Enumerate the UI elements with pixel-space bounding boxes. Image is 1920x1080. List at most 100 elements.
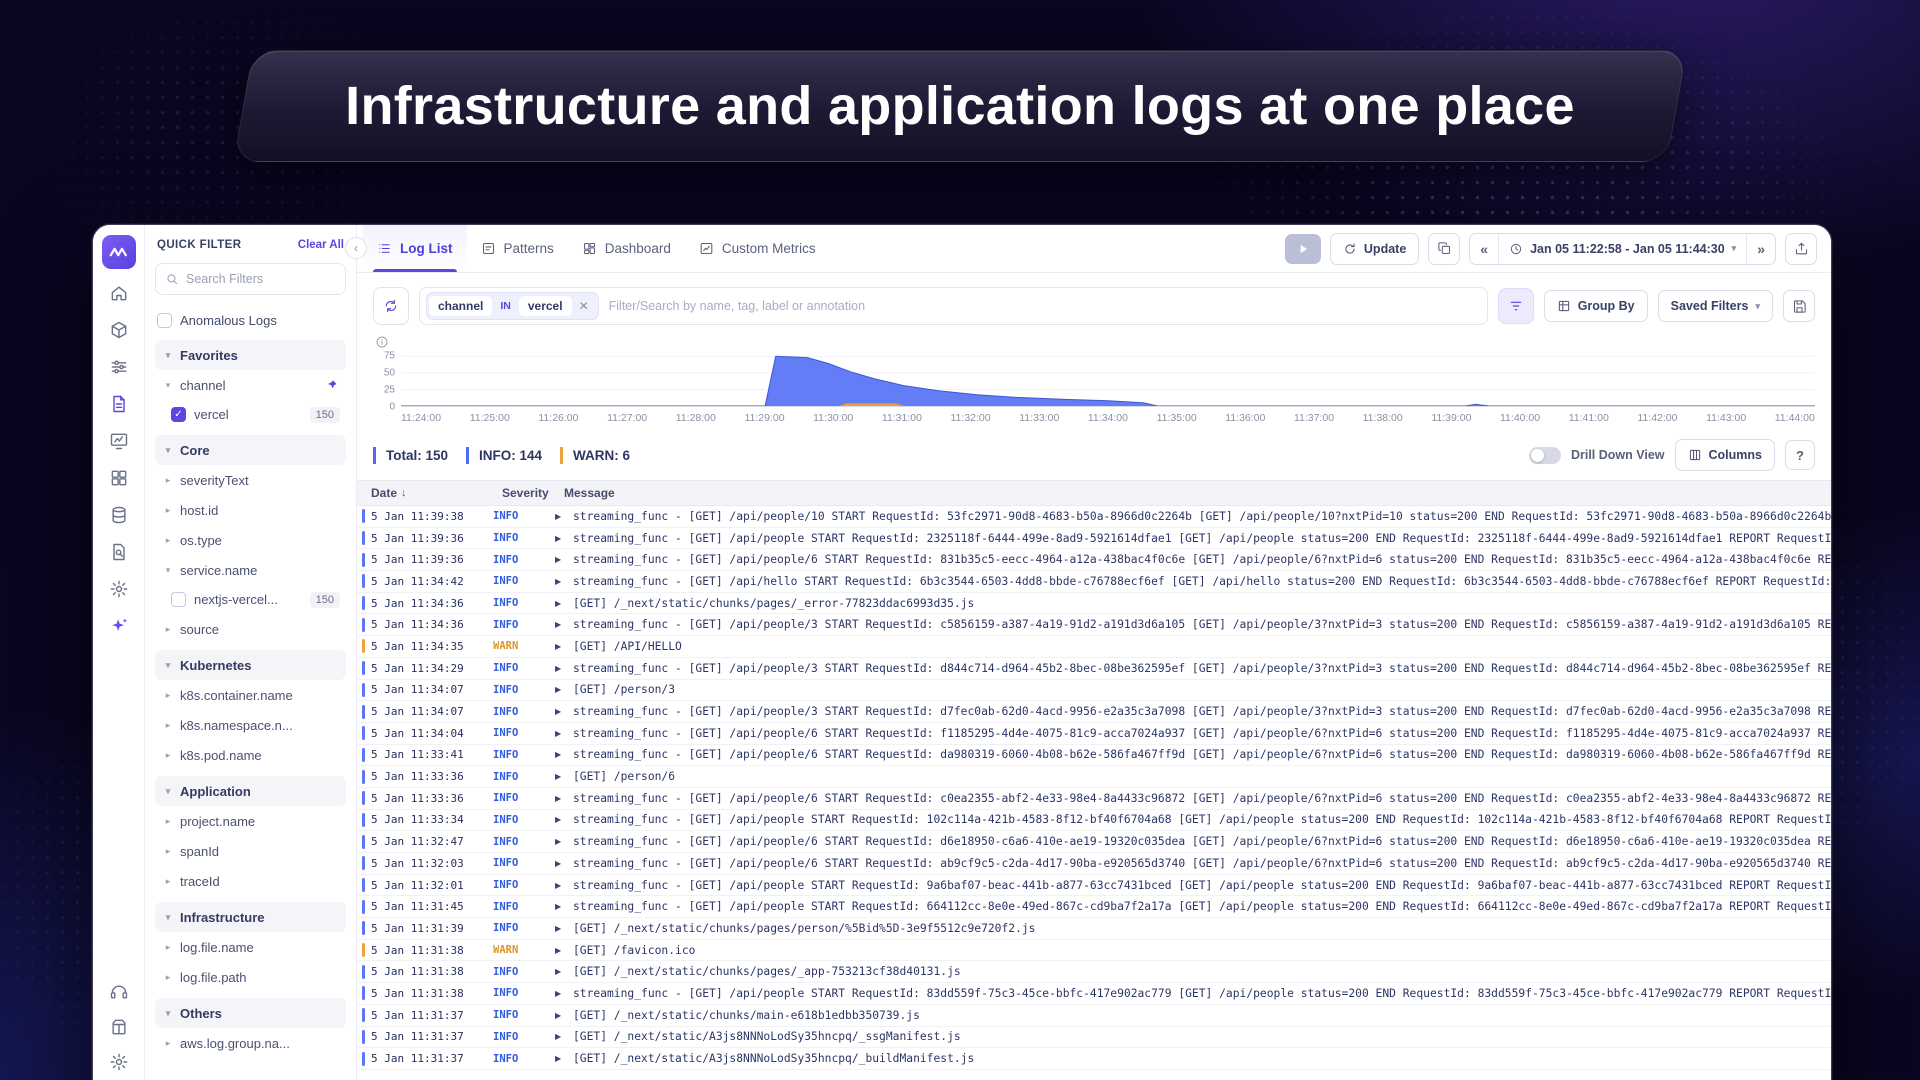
log-row[interactable]: 5 Jan 11:39:38INFO▶streaming_func - [GET…: [357, 506, 1831, 528]
panel-collapse-button[interactable]: ‹: [345, 237, 367, 259]
expand-row-icon[interactable]: ▶: [555, 881, 573, 890]
tab-dashboard[interactable]: Dashboard: [568, 225, 685, 272]
expand-row-icon[interactable]: ▶: [555, 1032, 573, 1041]
apm-icon[interactable]: [109, 431, 129, 451]
log-row[interactable]: 5 Jan 11:39:36INFO▶streaming_func - [GET…: [357, 549, 1831, 571]
log-row[interactable]: 5 Jan 11:32:03INFO▶streaming_func - [GET…: [357, 853, 1831, 875]
log-row[interactable]: 5 Jan 11:31:38WARN▶[GET] /favicon.ico: [357, 940, 1831, 962]
clear-all-link[interactable]: Clear All: [298, 239, 344, 251]
infrastructure-icon[interactable]: [109, 320, 129, 340]
expand-row-icon[interactable]: ▶: [555, 685, 573, 694]
filter-field-service-name[interactable]: ▾service.name: [155, 555, 346, 585]
log-row[interactable]: 5 Jan 11:33:41INFO▶streaming_func - [GET…: [357, 745, 1831, 767]
filter-option-vercel[interactable]: ✓vercel150: [155, 400, 346, 429]
log-row[interactable]: 5 Jan 11:34:36INFO▶streaming_func - [GET…: [357, 614, 1831, 636]
filter-field-spanid[interactable]: ▸spanId: [155, 836, 346, 866]
filter-option-nextjs-vercel-[interactable]: nextjs-vercel...150: [155, 585, 346, 614]
log-row[interactable]: 5 Jan 11:31:37INFO▶[GET] /_next/static/A…: [357, 1048, 1831, 1070]
log-row[interactable]: 5 Jan 11:34:42INFO▶streaming_func - [GET…: [357, 571, 1831, 593]
filter-field-log-file-name[interactable]: ▸log.file.name: [155, 932, 346, 962]
pin-icon[interactable]: [325, 379, 338, 392]
filter-field-traceid[interactable]: ▸traceId: [155, 866, 346, 896]
filter-field-os-type[interactable]: ▸os.type: [155, 525, 346, 555]
middleware-logo[interactable]: [102, 235, 136, 269]
play-button[interactable]: [1285, 234, 1321, 264]
severity-column-header[interactable]: Severity: [502, 486, 564, 500]
expand-row-icon[interactable]: ▶: [555, 772, 573, 781]
query-refresh-button[interactable]: [373, 287, 409, 325]
chart-plot-area[interactable]: [401, 353, 1815, 407]
log-row[interactable]: 5 Jan 11:31:45INFO▶streaming_func - [GET…: [357, 896, 1831, 918]
filter-chip-key[interactable]: channel: [429, 296, 492, 316]
home-icon[interactable]: [109, 283, 129, 303]
columns-button[interactable]: Columns: [1675, 439, 1775, 471]
expand-row-icon[interactable]: ▶: [555, 989, 573, 998]
log-row[interactable]: 5 Jan 11:32:47INFO▶streaming_func - [GET…: [357, 831, 1831, 853]
settings-icon[interactable]: [109, 579, 129, 599]
log-row[interactable]: 5 Jan 11:31:37INFO▶[GET] /_next/static/c…: [357, 1005, 1831, 1027]
database-icon[interactable]: [109, 505, 129, 525]
export-button[interactable]: [1785, 233, 1817, 265]
log-row[interactable]: 5 Jan 11:31:38INFO▶[GET] /_next/static/c…: [357, 961, 1831, 983]
time-shift-forward-button[interactable]: »: [1746, 234, 1775, 264]
anomalous-logs-row[interactable]: Anomalous Logs: [157, 306, 344, 334]
group-by-button[interactable]: Group By: [1544, 290, 1648, 322]
expand-row-icon[interactable]: ▶: [555, 902, 573, 911]
save-filter-button[interactable]: [1783, 290, 1815, 322]
expand-row-icon[interactable]: ▶: [555, 729, 573, 738]
expand-row-icon[interactable]: ▶: [555, 512, 573, 521]
ai-sparkle-icon[interactable]: [109, 616, 129, 636]
integrations-icon[interactable]: [109, 1017, 129, 1037]
expand-row-icon[interactable]: ▶: [555, 924, 573, 933]
expand-row-icon[interactable]: ▶: [555, 859, 573, 868]
log-row[interactable]: 5 Jan 11:34:04INFO▶streaming_func - [GET…: [357, 723, 1831, 745]
saved-filters-button[interactable]: Saved Filters ▾: [1658, 290, 1773, 322]
filter-field-log-file-path[interactable]: ▸log.file.path: [155, 962, 346, 992]
filter-section-infrastructure[interactable]: ▾Infrastructure: [155, 902, 346, 932]
expand-row-icon[interactable]: ▶: [555, 620, 573, 629]
message-column-header[interactable]: Message: [564, 486, 1831, 500]
traces-icon[interactable]: [109, 357, 129, 377]
filter-chip-operator[interactable]: IN: [492, 297, 519, 315]
support-icon[interactable]: [109, 982, 129, 1002]
sort-descending-icon[interactable]: ↓: [401, 487, 407, 499]
log-row[interactable]: 5 Jan 11:34:35WARN▶[GET] /API/HELLO: [357, 636, 1831, 658]
log-row[interactable]: 5 Jan 11:34:29INFO▶streaming_func - [GET…: [357, 658, 1831, 680]
filter-section-kubernetes[interactable]: ▾Kubernetes: [155, 650, 346, 680]
tab-log-list[interactable]: Log List: [363, 225, 467, 272]
update-button[interactable]: Update: [1330, 233, 1419, 265]
filter-field-host-id[interactable]: ▸host.id: [155, 495, 346, 525]
dashboards-icon[interactable]: [109, 468, 129, 488]
expand-row-icon[interactable]: ▶: [555, 577, 573, 586]
search-filters-input[interactable]: Search Filters: [155, 263, 346, 295]
log-row[interactable]: 5 Jan 11:33:36INFO▶streaming_func - [GET…: [357, 788, 1831, 810]
help-button[interactable]: ?: [1785, 440, 1815, 470]
log-search-bar[interactable]: channel IN vercel ✕ Filter/Search by nam…: [419, 287, 1488, 325]
expand-row-icon[interactable]: ▶: [555, 534, 573, 543]
log-row[interactable]: 5 Jan 11:39:36INFO▶streaming_func - [GET…: [357, 528, 1831, 550]
log-row[interactable]: 5 Jan 11:31:38INFO▶streaming_func - [GET…: [357, 983, 1831, 1005]
expand-row-icon[interactable]: ▶: [555, 642, 573, 651]
time-shift-back-button[interactable]: «: [1470, 234, 1498, 264]
expand-row-icon[interactable]: ▶: [555, 1054, 573, 1063]
doc-search-icon[interactable]: [109, 542, 129, 562]
query-builder-button[interactable]: [1498, 288, 1534, 324]
filter-field-severitytext[interactable]: ▸severityText: [155, 465, 346, 495]
filter-field-aws-log-group-na-[interactable]: ▸aws.log.group.na...: [155, 1028, 346, 1058]
expand-row-icon[interactable]: ▶: [555, 967, 573, 976]
filter-section-application[interactable]: ▾Application: [155, 776, 346, 806]
filter-chip-remove-icon[interactable]: ✕: [572, 299, 596, 313]
filter-section-favorites[interactable]: ▾Favorites: [155, 340, 346, 370]
settings-bottom-icon[interactable]: [109, 1052, 129, 1072]
logs-icon[interactable]: [109, 394, 129, 414]
filter-field-k8s-container-name[interactable]: ▸k8s.container.name: [155, 680, 346, 710]
filter-chip-value[interactable]: vercel: [519, 296, 572, 316]
tab-patterns[interactable]: Patterns: [467, 225, 568, 272]
expand-row-icon[interactable]: ▶: [555, 794, 573, 803]
info-icon[interactable]: [375, 335, 389, 349]
expand-row-icon[interactable]: ▶: [555, 599, 573, 608]
filter-field-source[interactable]: ▸source: [155, 614, 346, 644]
filter-section-core[interactable]: ▾Core: [155, 435, 346, 465]
anomalous-logs-checkbox[interactable]: [157, 313, 172, 328]
tab-custom-metrics[interactable]: Custom Metrics: [685, 225, 830, 272]
